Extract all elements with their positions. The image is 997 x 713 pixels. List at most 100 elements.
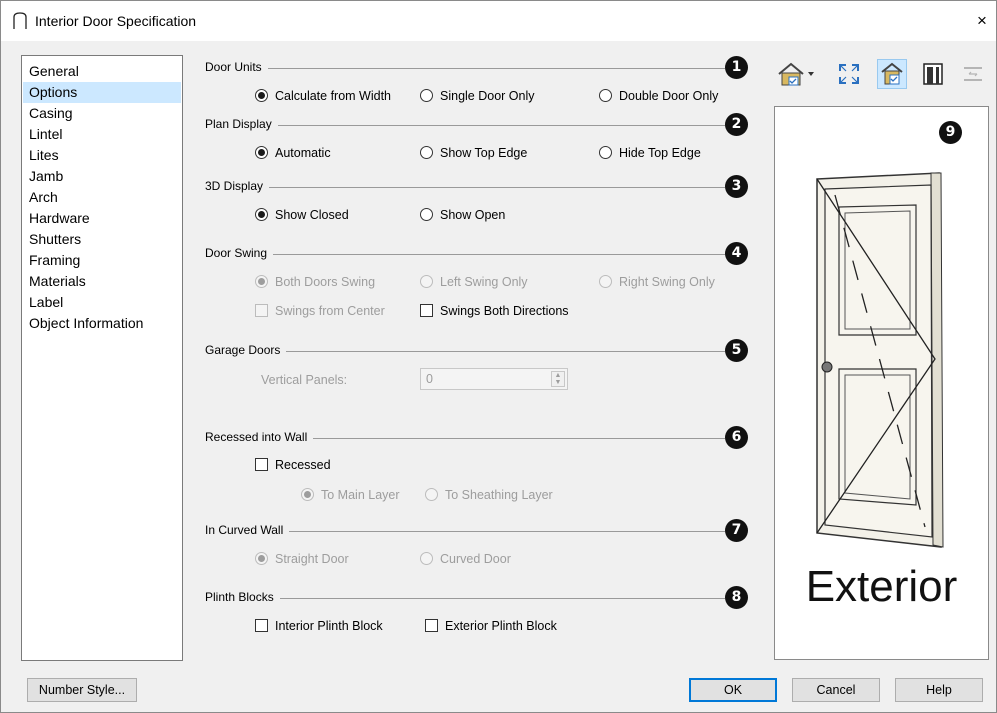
category-item-materials[interactable]: Materials <box>23 271 181 292</box>
door-swing-divider <box>205 254 725 255</box>
door-units-divider <box>205 68 725 69</box>
close-icon[interactable]: × <box>973 11 991 31</box>
category-item-options[interactable]: Options <box>23 82 181 103</box>
radio-label: Left Swing Only <box>440 275 528 289</box>
radio-dot <box>255 275 268 288</box>
callout-badge-7: 7 <box>725 519 748 542</box>
radio-dot <box>599 146 612 159</box>
plinth-blocks-heading: Plinth Blocks <box>205 590 280 604</box>
radio-label: To Sheathing Layer <box>445 488 553 502</box>
door-frame-icon <box>923 63 943 85</box>
category-item-casing[interactable]: Casing <box>23 103 181 124</box>
category-item-object-information[interactable]: Object Information <box>23 313 181 334</box>
checkbox-label: Swings Both Directions <box>440 304 569 318</box>
show-lines-toggle-button[interactable] <box>877 59 907 89</box>
callout-badge-6: 6 <box>725 426 748 449</box>
callout-badge-2: 2 <box>725 113 748 136</box>
plan-display-divider <box>205 125 725 126</box>
radio-label: To Main Layer <box>321 488 400 502</box>
radio-label: Automatic <box>275 146 331 160</box>
radio-label: Single Door Only <box>440 89 535 103</box>
checkbox-label: Recessed <box>275 458 331 472</box>
radio-dot <box>420 89 433 102</box>
radio-dot <box>301 488 314 501</box>
reverse-view-icon <box>964 67 982 81</box>
category-list[interactable]: General Options Casing Lintel Lites Jamb… <box>21 55 183 661</box>
radio-dot <box>420 208 433 221</box>
fill-window-button[interactable] <box>835 59 863 89</box>
radio-label: Hide Top Edge <box>619 146 701 160</box>
vertical-panels-value: 0 <box>426 372 433 386</box>
radio-dot <box>420 552 433 565</box>
category-item-jamb[interactable]: Jamb <box>23 166 181 187</box>
view-mode-dropdown-button[interactable] <box>775 59 823 89</box>
checkbox-label: Swings from Center <box>275 304 385 318</box>
vertical-panels-label: Vertical Panels: <box>261 373 348 387</box>
category-item-lites[interactable]: Lites <box>23 145 181 166</box>
checkbox-box <box>255 458 268 471</box>
ok-button[interactable]: OK <box>689 678 777 702</box>
radio-label: Show Open <box>440 208 506 222</box>
plan-display-heading: Plan Display <box>205 117 278 131</box>
title-bar: Interior Door Specification × <box>1 1 996 41</box>
callout-badge-5: 5 <box>725 339 748 362</box>
radio-label: Curved Door <box>440 552 511 566</box>
preview-side-label: Exterior <box>805 562 958 611</box>
category-item-shutters[interactable]: Shutters <box>23 229 181 250</box>
category-item-arch[interactable]: Arch <box>23 187 181 208</box>
garage-doors-heading: Garage Doors <box>205 343 287 357</box>
door-units-heading: Door Units <box>205 60 268 74</box>
radio-dot <box>420 146 433 159</box>
radio-label: Straight Door <box>275 552 349 566</box>
recessed-heading: Recessed into Wall <box>205 430 314 444</box>
radio-dot <box>420 275 433 288</box>
category-item-general[interactable]: General <box>23 61 181 82</box>
help-button[interactable]: Help <box>895 678 983 702</box>
radio-label: Both Doors Swing <box>275 275 376 289</box>
fill-window-icon <box>839 64 859 84</box>
window-title: Interior Door Specification <box>35 13 197 29</box>
door-checked-icon <box>881 62 903 85</box>
radio-label: Double Door Only <box>619 89 719 103</box>
checkbox-box <box>255 304 268 317</box>
number-style-button[interactable]: Number Style... <box>27 678 137 702</box>
radio-dot <box>599 89 612 102</box>
house-view-icon <box>778 62 814 86</box>
door-swing-heading: Door Swing <box>205 246 274 260</box>
checkbox-label: Interior Plinth Block <box>275 619 383 633</box>
radio-label: Show Top Edge <box>440 146 528 160</box>
category-item-label[interactable]: Label <box>23 292 181 313</box>
checkbox-box <box>420 304 433 317</box>
category-item-lintel[interactable]: Lintel <box>23 124 181 145</box>
callout-badge-3: 3 <box>725 175 748 198</box>
callout-badge-1: 1 <box>725 56 748 79</box>
radio-dot <box>255 89 268 102</box>
radio-label: Calculate from Width <box>275 89 392 103</box>
category-item-framing[interactable]: Framing <box>23 250 181 271</box>
radio-dot <box>255 552 268 565</box>
checkbox-box <box>255 619 268 632</box>
curved-wall-heading: In Curved Wall <box>205 523 290 537</box>
radio-label: Show Closed <box>275 208 349 222</box>
radio-dot <box>255 146 268 159</box>
door-preview-pane[interactable]: 9 Exterior <box>774 106 989 660</box>
door-app-icon <box>13 12 27 29</box>
3d-display-heading: 3D Display <box>205 179 270 193</box>
vertical-panels-stepper[interactable]: 0 ▲ ▼ <box>420 368 568 390</box>
radio-dot <box>599 275 612 288</box>
checkbox-label: Exterior Plinth Block <box>445 619 557 633</box>
plinth-blocks-divider <box>205 598 725 599</box>
radio-dot <box>425 488 438 501</box>
show-casing-button[interactable] <box>919 59 947 89</box>
category-item-hardware[interactable]: Hardware <box>23 208 181 229</box>
spinner-arrows-icon[interactable]: ▲ ▼ <box>551 371 565 387</box>
callout-badge-8: 8 <box>725 586 748 609</box>
dialog-window: Interior Door Specification × General Op… <box>0 0 997 713</box>
checkbox-box <box>425 619 438 632</box>
radio-dot <box>255 208 268 221</box>
reverse-view-button[interactable] <box>959 59 987 89</box>
radio-label: Right Swing Only <box>619 275 715 289</box>
3d-display-divider <box>205 187 725 188</box>
callout-badge-4: 4 <box>725 242 748 265</box>
cancel-button[interactable]: Cancel <box>792 678 880 702</box>
